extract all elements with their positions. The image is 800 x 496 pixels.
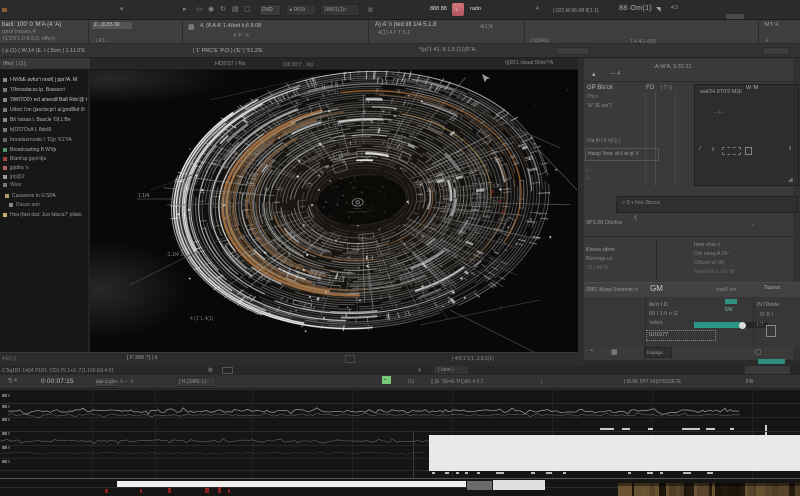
svg-text:1.1/4: 1.1/4: [138, 193, 149, 199]
svg-text:4 (1´1.4(1): 4 (1´1.4(1): [190, 316, 214, 322]
svg-text:-1.1/4´1—: -1.1/4´1—: [166, 252, 188, 258]
